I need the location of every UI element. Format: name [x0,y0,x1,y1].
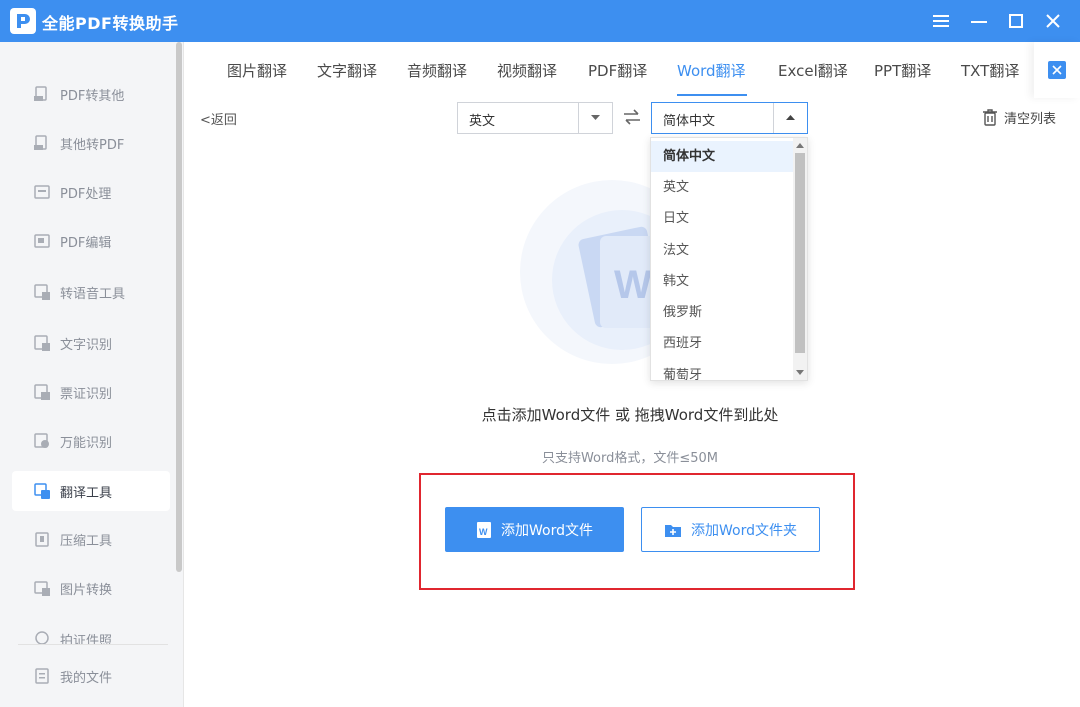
chevron-up-icon [773,103,807,133]
id-photo-icon [34,630,50,644]
dropdown-option-korean[interactable]: 韩文 [651,266,793,297]
tab-bar: 图片翻译 文字翻译 音频翻译 视频翻译 PDF翻译 Word翻译 Excel翻译… [184,42,1080,98]
sidebar-item-compress[interactable]: 压缩工具 [12,519,170,559]
word-file-icon: W [477,521,491,538]
tab-image-translate[interactable]: 图片翻译 [227,60,287,81]
add-word-folder-label: 添加Word文件夹 [691,522,797,539]
sidebar-item-label: 票证识别 [60,386,113,402]
dropdown-scrollbar[interactable] [793,138,807,380]
pdf-process-icon [34,184,50,200]
drop-zone-prompt[interactable]: 点击添加Word文件 或 拖拽Word文件到此处 [380,404,880,425]
title-bar: 全能PDF转换助手 [0,0,1080,42]
sidebar-item-label: PDF编辑 [60,235,112,251]
maximize-icon[interactable] [1001,6,1031,36]
trash-icon [983,109,997,126]
tab-ppt-translate[interactable]: PPT翻译 [874,60,931,81]
sidebar-item-label: PDF处理 [60,186,112,202]
pdf-edit-icon [34,233,50,249]
app-logo-icon [10,8,36,34]
chevron-left-icon: < [200,113,211,128]
dropdown-option-russian[interactable]: 俄罗斯 [651,297,793,328]
add-word-file-button[interactable]: W 添加Word文件 [445,507,624,552]
dropdown-option-simplified-chinese[interactable]: 简体中文 [651,141,793,172]
sidebar-item-image-convert[interactable]: 图片转换 [12,568,170,608]
dropdown-option-japanese[interactable]: 日文 [651,203,793,234]
sidebar-item-ocr[interactable]: 文字识别 [12,323,170,363]
swap-languages-icon[interactable] [622,108,642,130]
active-tab-indicator [677,94,747,96]
svg-text:W: W [614,263,652,307]
file-list-icon [34,668,50,684]
dropdown-option-portuguese[interactable]: 葡萄牙 [651,360,793,380]
pdf-import-icon [34,135,50,151]
sidebar-item-label: 图片转换 [60,582,113,598]
close-icon[interactable] [1038,6,1068,36]
add-word-file-label: 添加Word文件 [501,522,593,539]
sidebar-item-label: 翻译工具 [60,485,113,501]
sidebar-item-label: 万能识别 [60,435,113,451]
sidebar-scrollbar[interactable] [176,42,182,572]
sidebar-item-label: 其他转PDF [60,137,125,153]
sidebar-item-my-files[interactable]: 我的文件 [12,656,170,696]
sidebar-item-label: 文字识别 [60,337,113,353]
target-language-dropdown: 简体中文 英文 日文 法文 韩文 俄罗斯 西班牙 葡萄牙 [650,137,808,381]
minimize-icon[interactable] [964,6,994,36]
tab-pdf-translate[interactable]: PDF翻译 [588,60,647,81]
target-language-value: 简体中文 [663,114,716,129]
receipt-icon [34,384,50,400]
chevron-down-icon [578,103,612,133]
sidebar-item-universal-recognition[interactable]: 万能识别 [12,421,170,461]
ocr-icon [34,335,50,351]
dropdown-scroll-thumb[interactable] [795,153,805,353]
tab-excel-translate[interactable]: Excel翻译 [778,60,848,81]
sidebar-item-other-to-pdf[interactable]: 其他转PDF [12,123,170,163]
format-hint: 只支持Word格式，文件≤50M [541,451,719,466]
tab-audio-translate[interactable]: 音频翻译 [407,60,467,81]
source-language-select[interactable]: 英文 [457,102,613,134]
text-to-speech-icon [34,284,50,300]
back-button[interactable]: <返回 [200,109,237,128]
scroll-down-icon[interactable] [796,370,804,375]
sidebar-item-label: 压缩工具 [60,533,113,549]
svg-text:W: W [479,527,488,537]
target-language-select[interactable]: 简体中文 [651,102,808,134]
back-label: 返回 [210,113,237,128]
app-title: 全能PDF转换助手 [42,14,179,33]
tab-txt-translate[interactable]: TXT翻译 [961,60,1019,81]
sidebar-item-translate[interactable]: 翻译工具 [12,471,170,511]
folder-add-icon [665,524,681,537]
sidebar-item-id-photo[interactable]: 拍证件照 [12,622,170,644]
tabs-close-area [1034,42,1080,98]
sidebar-item-pdf-to-other[interactable]: PDF转其他 [12,74,170,114]
dropdown-option-english[interactable]: 英文 [651,172,793,203]
close-panel-icon[interactable] [1048,61,1066,79]
add-word-folder-button[interactable]: 添加Word文件夹 [641,507,820,552]
tab-text-translate[interactable]: 文字翻译 [317,60,377,81]
pdf-export-icon [34,86,50,102]
sidebar-divider [18,644,168,645]
sidebar-item-text-to-speech[interactable]: 转语音工具 [12,272,170,312]
sidebar-item-pdf-edit[interactable]: PDF编辑 [12,221,170,261]
sidebar-item-label: PDF转其他 [60,88,125,104]
scroll-up-icon[interactable] [796,143,804,148]
compress-icon [34,531,50,547]
menu-icon[interactable] [926,6,956,36]
source-language-value: 英文 [469,114,496,129]
image-convert-icon [34,580,50,596]
dropdown-option-spanish[interactable]: 西班牙 [651,328,793,359]
sidebar-item-label: 我的文件 [60,670,113,686]
sidebar-item-pdf-process[interactable]: PDF处理 [12,172,170,212]
sidebar-item-label: 拍证件照 [60,634,113,644]
dropdown-option-french[interactable]: 法文 [651,235,793,266]
tab-video-translate[interactable]: 视频翻译 [497,60,557,81]
clear-list-button[interactable]: 清空列表 [982,108,1056,127]
clear-list-label: 清空列表 [1004,112,1057,127]
translate-icon [34,483,50,499]
sidebar-item-receipt-recognition[interactable]: 票证识别 [12,372,170,412]
universal-recognition-icon [34,433,50,449]
sidebar-item-label: 转语音工具 [60,286,126,302]
tab-word-translate[interactable]: Word翻译 [677,60,746,81]
